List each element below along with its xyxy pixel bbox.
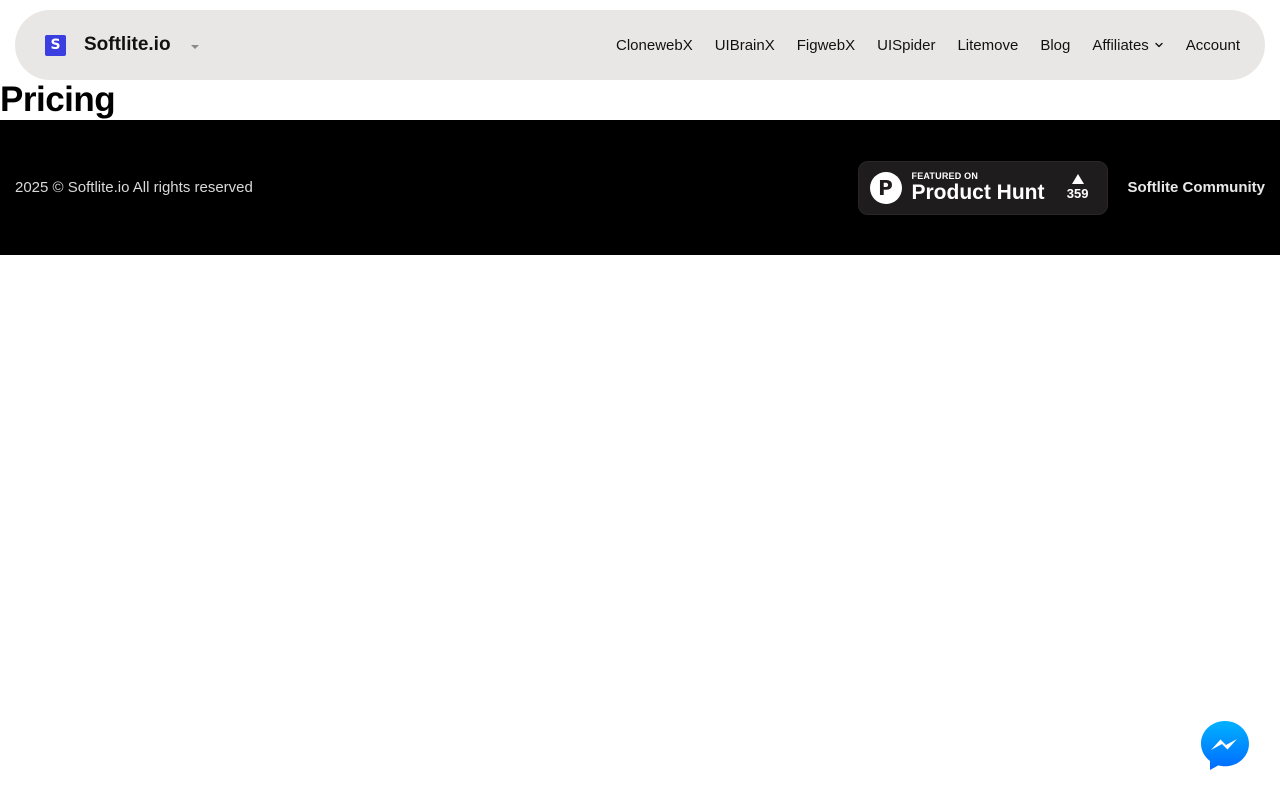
caret-down-icon[interactable] bbox=[190, 44, 199, 49]
site-header: S Softlite.io ClonewebX UIBrainX FigwebX… bbox=[15, 10, 1265, 80]
nav-item-account[interactable]: Account bbox=[1186, 37, 1240, 54]
nav-item-litemove[interactable]: Litemove bbox=[957, 37, 1018, 54]
community-link[interactable]: Softlite Community bbox=[1128, 179, 1266, 196]
chevron-down-icon bbox=[1155, 42, 1163, 48]
ph-name: Product Hunt bbox=[911, 180, 1045, 204]
ph-vote-count: 359 bbox=[1066, 186, 1089, 201]
footer-right: P FEATURED ON Product Hunt 359 Softlite … bbox=[857, 160, 1266, 215]
nav-item-blog[interactable]: Blog bbox=[1040, 37, 1070, 54]
brand[interactable]: S Softlite.io bbox=[45, 34, 199, 56]
ph-featured-label: FEATURED ON bbox=[911, 170, 979, 181]
logo-letter: S bbox=[50, 37, 61, 53]
nav-item-affiliates[interactable]: Affiliates bbox=[1092, 37, 1163, 54]
nav-item-clonewebx[interactable]: ClonewebX bbox=[616, 37, 693, 54]
nav-item-uispider[interactable]: UISpider bbox=[877, 37, 935, 54]
page: S Softlite.io ClonewebX UIBrainX FigwebX… bbox=[0, 0, 1280, 800]
ph-logo-letter: P bbox=[878, 175, 893, 200]
main-nav: ClonewebX UIBrainX FigwebX UISpider Lite… bbox=[616, 37, 1240, 54]
nav-item-affiliates-label: Affiliates bbox=[1092, 36, 1149, 54]
nav-item-figwebx[interactable]: FigwebX bbox=[797, 37, 855, 54]
site-footer: 2025 © Softlite.io All rights reserved P… bbox=[0, 120, 1280, 255]
ph-text: FEATURED ON Product Hunt bbox=[912, 171, 1067, 205]
product-hunt-logo-icon: P bbox=[869, 171, 902, 204]
softlite-logo-icon[interactable]: S bbox=[45, 34, 66, 56]
messenger-icon bbox=[1201, 721, 1249, 770]
triangle-up-icon bbox=[1071, 174, 1084, 184]
ph-votes: 359 bbox=[1067, 174, 1089, 201]
product-hunt-badge[interactable]: P FEATURED ON Product Hunt 359 bbox=[857, 160, 1108, 215]
page-title: Pricing bbox=[0, 80, 116, 119]
messenger-chat-button[interactable] bbox=[1200, 720, 1250, 770]
nav-item-uibrainx[interactable]: UIBrainX bbox=[715, 37, 775, 54]
brand-name[interactable]: Softlite.io bbox=[84, 34, 171, 56]
copyright-text: 2025 © Softlite.io All rights reserved bbox=[15, 179, 253, 196]
